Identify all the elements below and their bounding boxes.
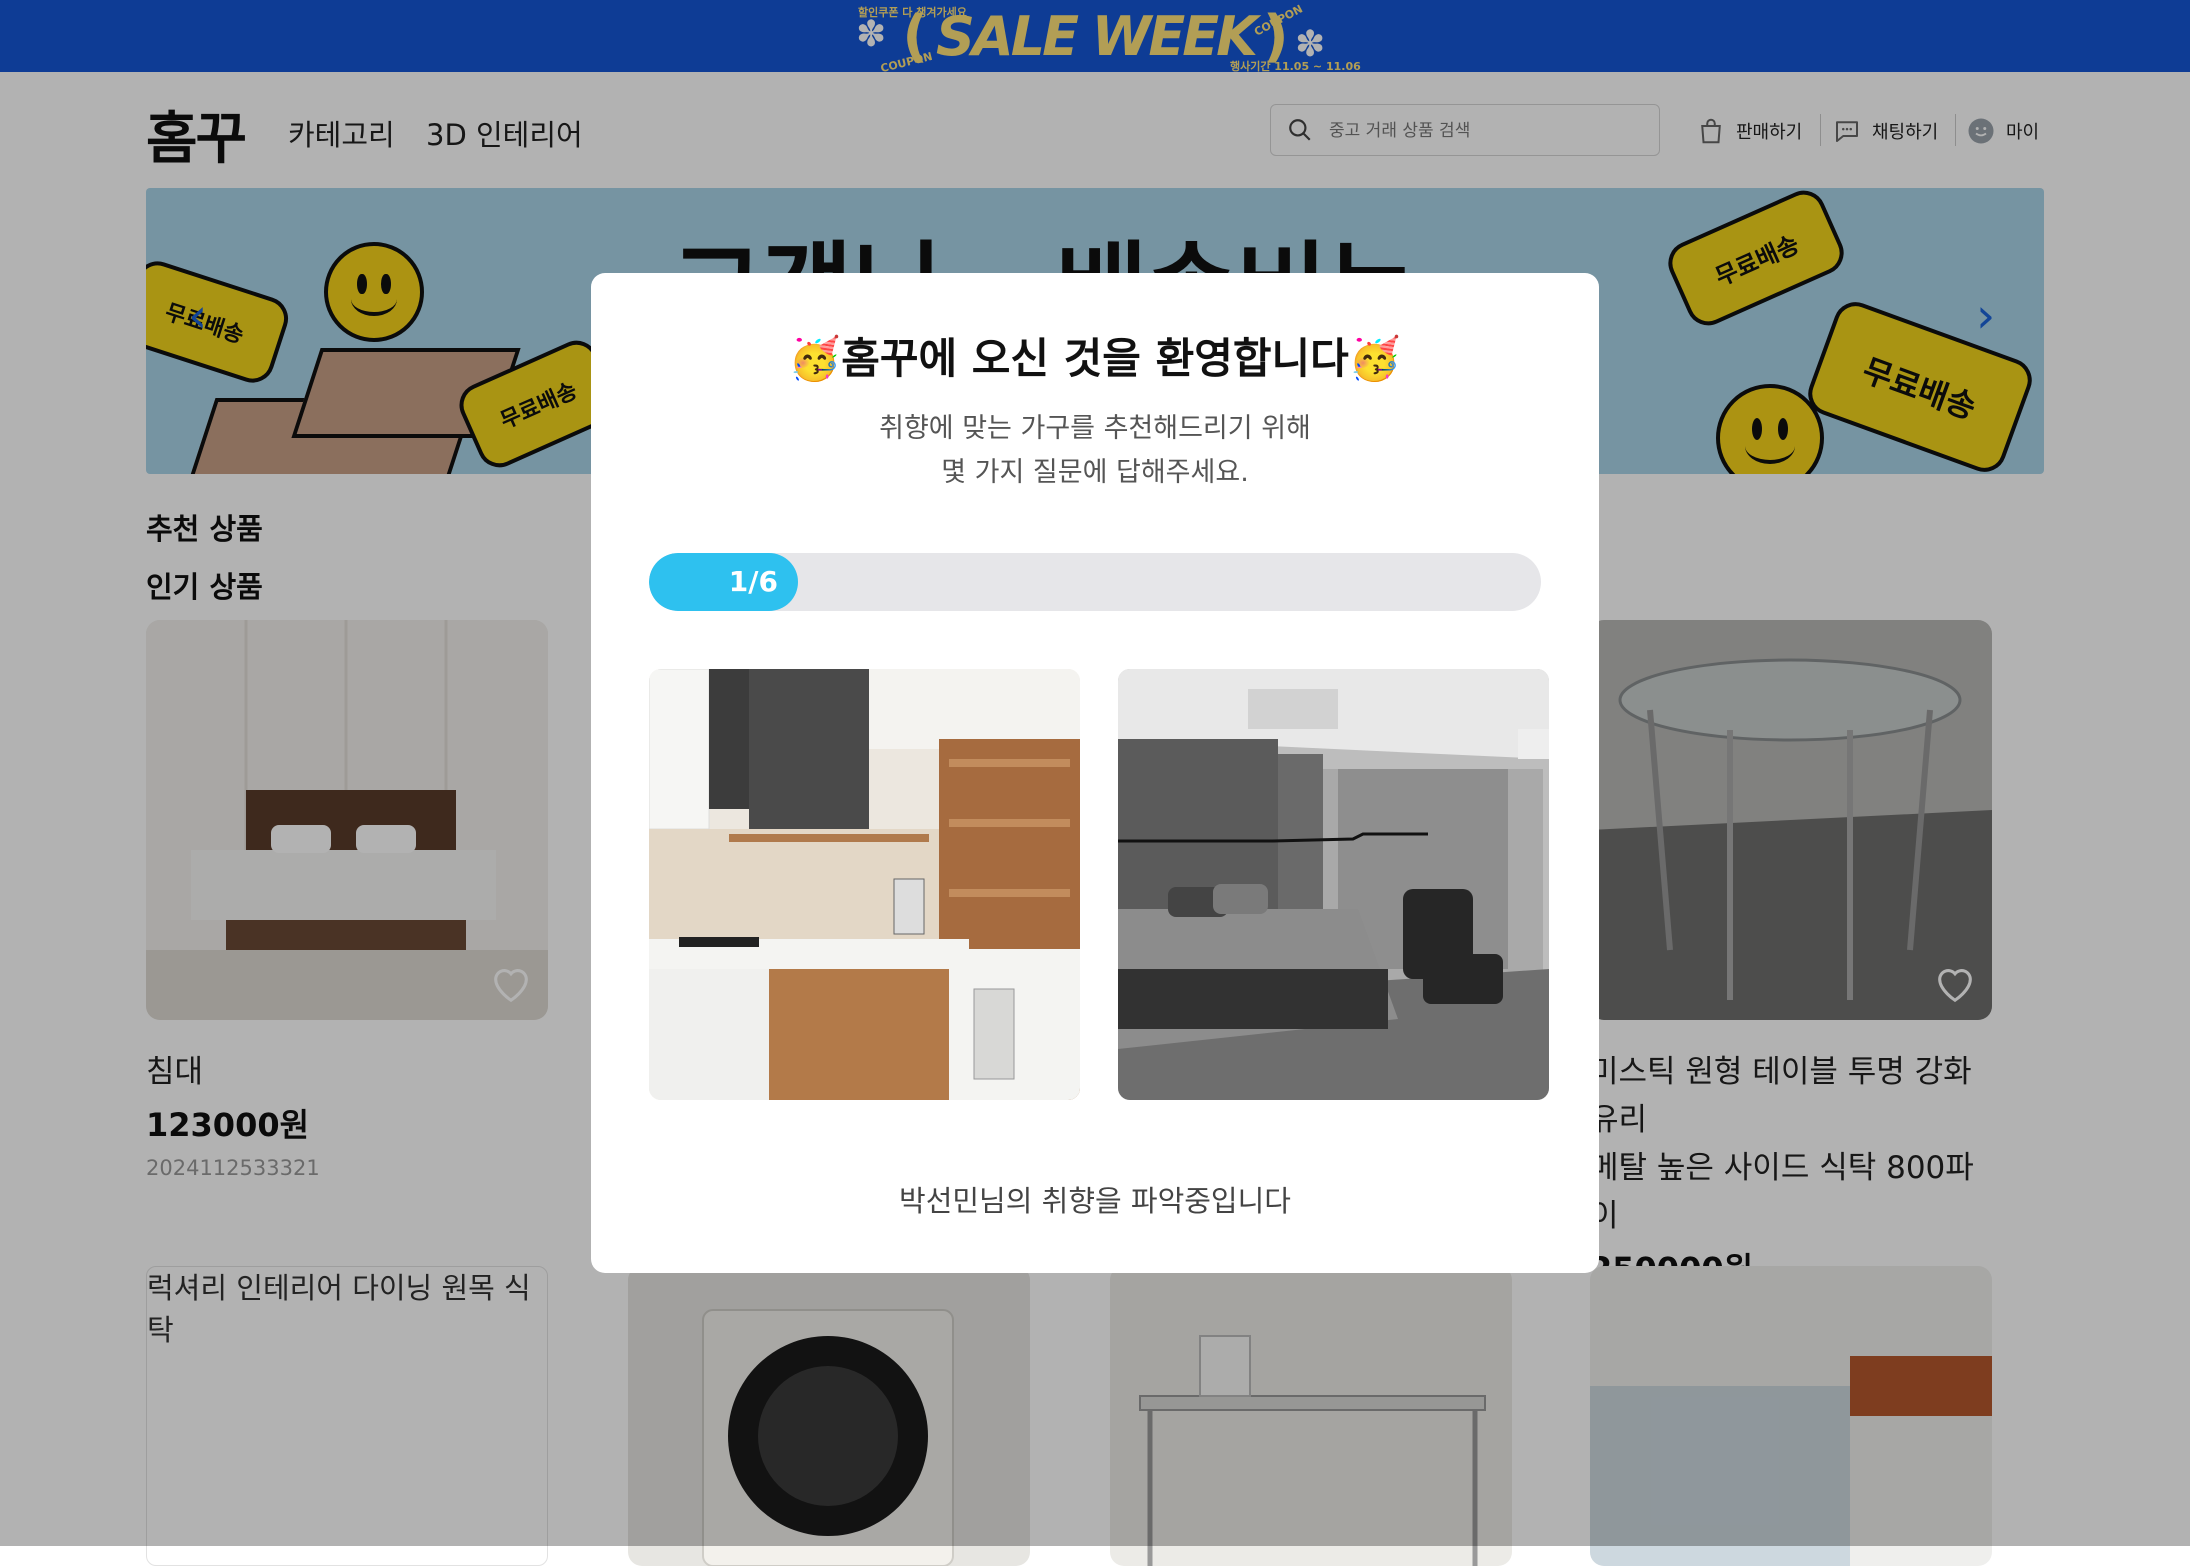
progress-label: 1/6 <box>728 565 778 598</box>
modern-bedroom-photo <box>1118 669 1549 1100</box>
style-choice-kitchen[interactable] <box>649 669 1080 1100</box>
kitchen-photo <box>649 669 1080 1100</box>
modal-status-text: 박선민님의 취향을 파악중입니다 <box>899 1184 1291 1218</box>
progress-bar: 1/6 <box>649 553 1541 611</box>
modal-subtitle-line2: 몇 가지 질문에 답해주세요. <box>941 457 1249 488</box>
style-choice-bedroom[interactable] <box>1118 669 1549 1100</box>
onboarding-modal: 🥳홈꾸에 오신 것을 환영합니다🥳 취향에 맞는 가구를 추천해드리기 위해 몇… <box>591 273 1599 1273</box>
modal-title: 🥳홈꾸에 오신 것을 환영합니다🥳 <box>788 334 1402 383</box>
modal-subtitle: 취향에 맞는 가구를 추천해드리기 위해 몇 가지 질문에 답해주세요. <box>591 407 1599 495</box>
modal-subtitle-line1: 취향에 맞는 가구를 추천해드리기 위해 <box>879 413 1311 444</box>
progress-fill: 1/6 <box>649 553 798 611</box>
